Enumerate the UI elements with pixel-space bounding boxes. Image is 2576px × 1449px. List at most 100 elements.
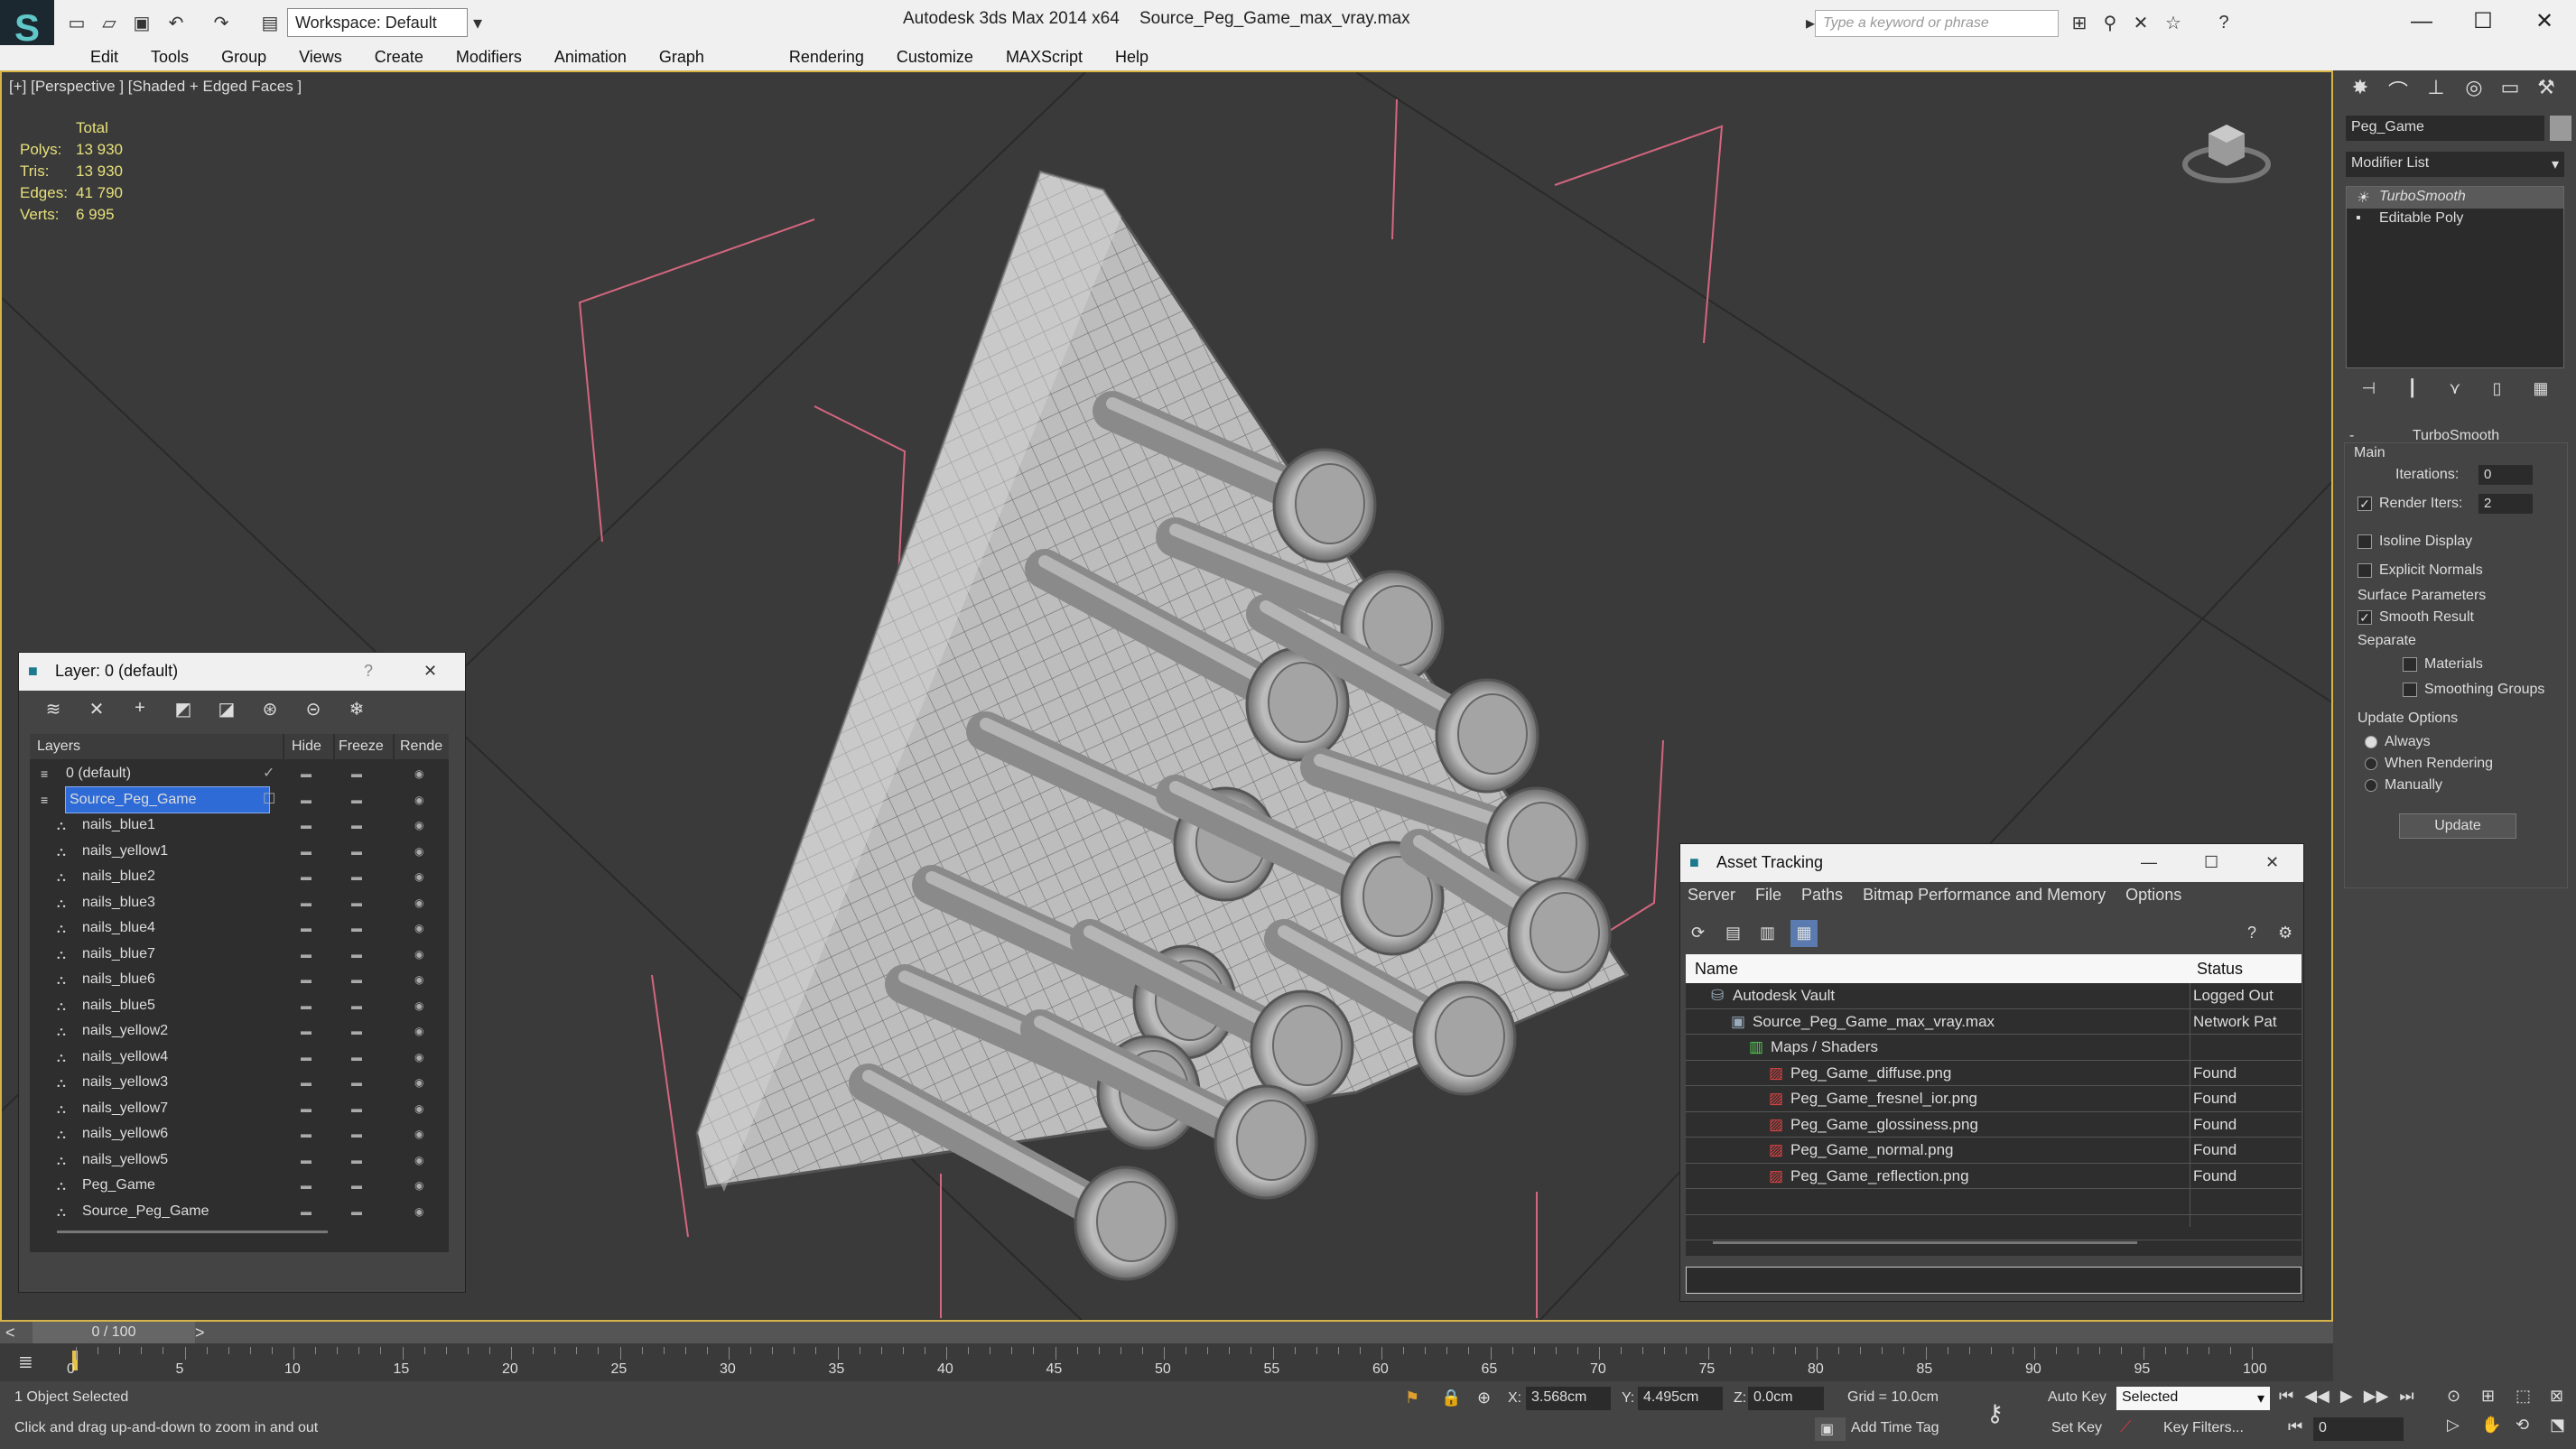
menu-item[interactable]: MAXScript bbox=[990, 45, 1099, 70]
create-layer-icon[interactable]: ≋ bbox=[41, 698, 66, 723]
table-view-icon[interactable]: ▦ bbox=[1790, 920, 1818, 947]
layer-row[interactable]: ⛬ nails_blue5 ▬ ▬ ◉ bbox=[30, 993, 449, 1019]
object-color-swatch[interactable] bbox=[2550, 116, 2571, 141]
hide-toggle[interactable]: ▬ bbox=[301, 967, 312, 992]
walk-icon[interactable]: ⬔ bbox=[2550, 1416, 2576, 1441]
materials-checkbox[interactable] bbox=[2403, 656, 2417, 672]
render-toggle-icon[interactable]: ◉ bbox=[414, 1121, 423, 1147]
layer-row[interactable]: ⛬ Peg_Game ▬ ▬ ◉ bbox=[30, 1173, 449, 1199]
hide-toggle[interactable]: ▬ bbox=[301, 993, 312, 1018]
freeze-toggle[interactable]: ▬ bbox=[351, 761, 362, 786]
freeze-toggle[interactable]: ▬ bbox=[351, 1173, 362, 1198]
settings-icon[interactable]: ⚙ bbox=[2278, 924, 2292, 943]
prev-frame-icon[interactable]: < bbox=[5, 1324, 15, 1342]
asset-path-field[interactable] bbox=[1686, 1267, 2302, 1294]
set-key-pin-icon[interactable]: ⟋ bbox=[2120, 1417, 2132, 1436]
render-toggle-icon[interactable]: ◉ bbox=[414, 993, 423, 1018]
menu-item[interactable]: Graph Editors bbox=[643, 45, 773, 89]
isolate-icon[interactable]: ⚑ bbox=[1405, 1389, 1419, 1407]
image-view-icon[interactable]: ▥ bbox=[1760, 924, 1775, 943]
lock-selection-icon[interactable]: 🔒 bbox=[1441, 1389, 1461, 1407]
render-toggle-icon[interactable]: ◉ bbox=[414, 1199, 423, 1224]
horizontal-scrollbar[interactable] bbox=[57, 1231, 328, 1233]
menu-item[interactable]: Tools bbox=[135, 45, 205, 70]
go-to-end-icon[interactable]: ⏭ bbox=[2399, 1387, 2413, 1410]
close-icon[interactable]: ✕ bbox=[2265, 853, 2279, 872]
subscription-icon[interactable]: ⚲ bbox=[2097, 9, 2124, 36]
add-to-layer-icon[interactable]: + bbox=[127, 698, 153, 723]
manually-radio[interactable] bbox=[2365, 778, 2377, 792]
layer-row[interactable]: ⛬ nails_yellow6 ▬ ▬ ◉ bbox=[30, 1121, 449, 1147]
layer-row[interactable]: ⛬ nails_blue6 ▬ ▬ ◉ bbox=[30, 967, 449, 993]
hierarchy-tab-icon[interactable]: ⊥ bbox=[2422, 76, 2450, 105]
pan-icon[interactable]: ✋ bbox=[2481, 1416, 2512, 1441]
asset-row[interactable]: ▨ Peg_Game_reflection.png Found bbox=[1686, 1164, 2302, 1189]
communication-icon[interactable]: ✕ bbox=[2127, 9, 2154, 36]
render-toggle-icon[interactable]: ◉ bbox=[414, 890, 423, 915]
workspace-dropdown[interactable]: Workspace: Default bbox=[287, 8, 468, 37]
asset-row[interactable]: ▨ Peg_Game_diffuse.png Found bbox=[1686, 1061, 2302, 1086]
previous-key-icon[interactable]: ◀◀ bbox=[2304, 1387, 2330, 1410]
smoothing-groups-checkbox[interactable] bbox=[2403, 682, 2417, 697]
viewcube-icon[interactable] bbox=[2181, 114, 2272, 186]
asset-menu-item[interactable]: File bbox=[1755, 882, 1781, 907]
zoom-icon[interactable]: ⊙ bbox=[2447, 1387, 2478, 1412]
smooth-result-row[interactable]: ✓ Smooth Result bbox=[2357, 609, 2474, 626]
maximize-icon[interactable]: ☐ bbox=[2204, 853, 2218, 872]
render-toggle-icon[interactable]: ◉ bbox=[414, 915, 423, 941]
render-toggle-icon[interactable]: ◉ bbox=[414, 839, 423, 864]
layer-row[interactable]: ⛬ nails_blue4 ▬ ▬ ◉ bbox=[30, 915, 449, 942]
render-toggle-icon[interactable]: ◉ bbox=[414, 1045, 423, 1070]
z-coordinate-field[interactable]: 0.0cm bbox=[1748, 1387, 1824, 1410]
asset-row[interactable]: ▨ Peg_Game_fresnel_ior.png Found bbox=[1686, 1086, 2302, 1112]
asset-list[interactable]: Name Status ⛁ Autodesk Vault Logged Out ▣ So… bbox=[1686, 954, 2302, 1256]
new-file-icon[interactable]: ▭ bbox=[63, 9, 90, 36]
layer-row[interactable]: ⛬ Source_Peg_Game ▬ ▬ ◉ bbox=[30, 1199, 449, 1225]
hide-toggle[interactable]: ▬ bbox=[301, 915, 312, 941]
freeze-toggle[interactable]: ▬ bbox=[351, 942, 362, 967]
hide-toggle[interactable]: ▬ bbox=[301, 1018, 312, 1044]
when-rendering-radio-row[interactable]: When Rendering bbox=[2365, 756, 2493, 772]
hide-toggle[interactable]: ▬ bbox=[301, 1045, 312, 1070]
isoline-display-row[interactable]: Isoline Display bbox=[2357, 534, 2472, 550]
materials-row[interactable]: Materials bbox=[2403, 656, 2483, 673]
layer-row[interactable]: ⛬ nails_yellow2 ▬ ▬ ◉ bbox=[30, 1018, 449, 1045]
menu-item[interactable]: Edit bbox=[74, 45, 135, 70]
time-slider[interactable]: < 0 / 100 > bbox=[0, 1322, 2333, 1343]
layer-window-titlebar[interactable]: ■ Layer: 0 (default) ? ✕ bbox=[19, 653, 465, 691]
render-toggle-icon[interactable]: ◉ bbox=[414, 1070, 423, 1095]
help-button[interactable]: ? bbox=[364, 662, 373, 681]
layer-row[interactable]: ⛬ nails_yellow5 ▬ ▬ ◉ bbox=[30, 1147, 449, 1174]
hide-toggle[interactable]: ▬ bbox=[301, 1096, 312, 1121]
display-tab-icon[interactable]: ▭ bbox=[2496, 76, 2525, 105]
layer-list[interactable]: Layers Hide Freeze Rende ≡ 0 (default) ▬ ▬ ◉… bbox=[30, 734, 449, 1252]
hide-toggle[interactable]: ▬ bbox=[301, 813, 312, 838]
layer-row[interactable]: ⛬ nails_blue2 ▬ ▬ ◉ bbox=[30, 864, 449, 890]
create-tab-icon[interactable]: ✸ bbox=[2346, 76, 2375, 105]
selection-set-dropdown[interactable]: Selected ▾ bbox=[2116, 1387, 2270, 1410]
asset-row[interactable]: ▥ Maps / Shaders bbox=[1686, 1035, 2302, 1061]
layer-row[interactable]: ⛬ nails_yellow3 ▬ ▬ ◉ bbox=[30, 1070, 449, 1096]
freeze-toggle[interactable]: ▬ bbox=[351, 915, 362, 941]
minimize-icon[interactable]: — bbox=[2141, 853, 2157, 872]
undo-icon[interactable]: ↶ bbox=[163, 9, 190, 36]
binoculars-icon[interactable]: ⊞ bbox=[2066, 9, 2093, 36]
freeze-toggle[interactable]: ▬ bbox=[351, 967, 362, 992]
hide-toggle[interactable]: ▬ bbox=[301, 864, 312, 889]
hide-toggle[interactable]: ▬ bbox=[301, 787, 312, 813]
column-render[interactable]: Rende bbox=[395, 734, 449, 759]
render-toggle-icon[interactable]: ◉ bbox=[414, 1147, 423, 1173]
hide-toggle[interactable]: ▬ bbox=[301, 761, 312, 786]
column-layers[interactable]: Layers bbox=[30, 734, 283, 759]
render-toggle-icon[interactable]: ◉ bbox=[414, 1018, 423, 1044]
stack-item-turbosmooth[interactable]: ☀ TurboSmooth bbox=[2347, 187, 2563, 209]
always-radio-row[interactable]: Always bbox=[2365, 734, 2431, 750]
freeze-toggle[interactable]: ▬ bbox=[351, 1199, 362, 1224]
asset-menu-item[interactable]: Bitmap Performance and Memory bbox=[1863, 882, 2106, 907]
explicit-normals-row[interactable]: Explicit Normals bbox=[2357, 562, 2483, 579]
modify-tab-icon[interactable]: ⌒ bbox=[2384, 76, 2413, 105]
iterations-spinner[interactable]: 0 bbox=[2478, 465, 2533, 485]
hide-toggle[interactable]: ▬ bbox=[301, 942, 312, 967]
object-name-field[interactable]: Peg_Game bbox=[2346, 116, 2544, 141]
column-freeze[interactable]: Freeze bbox=[335, 734, 393, 759]
